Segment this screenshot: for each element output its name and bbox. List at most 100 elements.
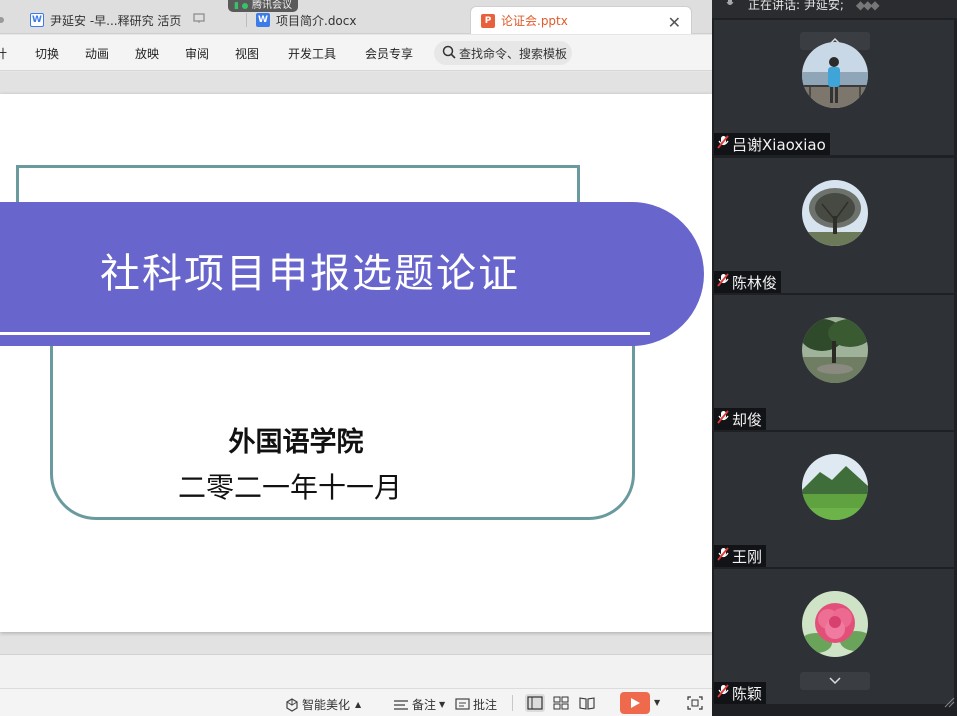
mic-muted-icon — [716, 410, 730, 428]
tab-label: 项目简介.docx — [276, 13, 357, 28]
avatar — [802, 591, 868, 657]
meeting-indicator[interactable]: ▮ 腾讯会议 — [228, 0, 298, 12]
book-icon — [579, 697, 595, 710]
chevron-down-icon: ▼ — [439, 700, 446, 709]
normal-view-button[interactable] — [525, 694, 545, 712]
fit-screen-icon — [687, 696, 703, 710]
slide-subtitle-org[interactable]: 外国语学院 — [0, 420, 592, 459]
slide-sorter-button[interactable] — [551, 694, 571, 712]
menu-transition[interactable]: 切换 — [35, 45, 59, 62]
tab-overflow-dot[interactable] — [0, 6, 10, 34]
menu-design[interactable]: 计 — [0, 45, 7, 62]
meeting-label: 腾讯会议 — [251, 0, 292, 11]
fit-window-button[interactable] — [685, 694, 705, 712]
participant-name-tag: 王刚 — [714, 545, 767, 567]
scroll-down-button[interactable] — [800, 672, 870, 690]
resize-grip-icon[interactable] — [943, 693, 955, 712]
meeting-participants-panel: 正在讲话: 尹延安; ◆◆◆ 吕谢Xiaoxiao 陈林俊 却俊 王刚 陈颖 — [712, 0, 957, 716]
participant-card[interactable]: 吕谢Xiaoxiao — [714, 20, 954, 155]
chevron-down-icon — [829, 677, 841, 685]
word-doc-icon: W — [256, 13, 270, 27]
speaking-indicator: 正在讲话: 尹延安; ◆◆◆ — [712, 0, 957, 18]
word-doc-icon: W — [30, 13, 44, 27]
app-window: W 尹延安 -早...释研究 活页 W 项目简介.docx P 论证会.pptx… — [0, 0, 957, 716]
speaking-text: 正在讲话: 尹延安; — [748, 0, 844, 12]
live-dot-icon — [241, 3, 248, 9]
slide-canvas: 社科项目申报选题论证 外国语学院 二零二一年十一月 — [0, 72, 712, 654]
avatar — [802, 317, 868, 383]
notes-label: 备注 — [412, 698, 437, 712]
banner-underline — [0, 332, 650, 335]
status-divider — [512, 695, 513, 711]
participant-name: 陈林俊 — [732, 273, 778, 292]
reading-view-button[interactable] — [577, 694, 597, 712]
notes-icon — [394, 699, 408, 710]
status-bar: 智能美化 ▲ 备注 ▼ 批注 ▼ — [0, 688, 712, 716]
signal-bars-icon: ▮ — [234, 1, 239, 11]
smart-beautify-label: 智能美化 — [302, 698, 351, 712]
mic-muted-icon — [716, 273, 730, 291]
participant-card[interactable]: 却俊 — [714, 295, 954, 430]
tab-divider — [246, 13, 247, 27]
command-search[interactable]: 查找命令、搜索模板 — [434, 41, 572, 65]
notes-pane[interactable] — [0, 654, 712, 688]
comment-icon — [455, 698, 470, 710]
participant-name-tag: 陈颖 — [714, 682, 767, 704]
play-options-chevron-icon[interactable]: ▼ — [654, 698, 660, 707]
green-mountain-photo — [802, 454, 868, 520]
pink-peony-photo — [802, 591, 868, 657]
participant-card[interactable]: 陈林俊 — [714, 158, 954, 293]
grid-view-icon — [553, 696, 569, 710]
participant-card[interactable]: 王刚 — [714, 432, 954, 567]
dot-icon — [0, 17, 4, 23]
garden-trees-photo — [802, 317, 868, 383]
menu-review[interactable]: 审阅 — [185, 45, 209, 62]
microphone-icon — [726, 0, 734, 9]
normal-view-icon — [527, 696, 543, 710]
ppt-icon: P — [481, 13, 495, 28]
play-slideshow-button[interactable] — [620, 692, 650, 714]
menu-animation[interactable]: 动画 — [85, 45, 109, 62]
menu-membership[interactable]: 会员专享 — [365, 45, 413, 62]
bare-tree-photo — [802, 180, 868, 246]
participant-name: 吕谢Xiaoxiao — [732, 135, 826, 154]
notes-button[interactable]: 备注 ▼ — [393, 696, 445, 713]
document-tab-bar: W 尹延安 -早...释研究 活页 W 项目简介.docx P 论证会.pptx… — [0, 0, 712, 34]
mic-muted-icon — [716, 135, 730, 153]
search-icon — [442, 45, 459, 62]
tab-doc-1[interactable]: W 尹延安 -早...释研究 活页 — [30, 6, 240, 34]
slide-subtitle-date[interactable]: 二零二一年十一月 — [0, 466, 580, 506]
menu-slideshow[interactable]: 放映 — [135, 45, 159, 62]
comments-button[interactable]: 批注 — [455, 696, 497, 713]
ribbon-menu: 计 切换 动画 放映 审阅 视图 开发工具 会员专享 查找命令、搜索模板 — [0, 35, 712, 71]
tab-label: 论证会.pptx — [501, 14, 568, 28]
menu-view[interactable]: 视图 — [235, 45, 259, 62]
avatar — [802, 42, 868, 108]
redacted-icon: ◆◆◆ — [855, 0, 880, 12]
comments-label: 批注 — [473, 698, 498, 712]
participant-name: 王刚 — [732, 547, 763, 566]
participant-name-tag: 吕谢Xiaoxiao — [714, 133, 830, 155]
mic-muted-icon — [716, 684, 730, 702]
menu-developer[interactable]: 开发工具 — [288, 45, 336, 62]
smart-beautify-button[interactable]: 智能美化 ▲ — [285, 696, 361, 713]
tab-label: 尹延安 -早...释研究 活页 — [50, 13, 182, 28]
beautify-icon — [286, 697, 298, 712]
chevron-up-icon: ▲ — [355, 700, 362, 709]
play-icon — [631, 698, 640, 708]
participant-name: 却俊 — [732, 410, 763, 429]
participant-name-tag: 陈林俊 — [714, 271, 782, 293]
tab-ppt-active[interactable]: P 论证会.pptx ✕ — [470, 6, 692, 34]
close-tab-icon[interactable]: ✕ — [668, 13, 681, 32]
avatar — [802, 180, 868, 246]
person-by-lake-photo — [802, 42, 868, 108]
slide[interactable]: 社科项目申报选题论证 外国语学院 二零二一年十一月 — [0, 94, 712, 632]
participant-name: 陈颖 — [732, 684, 763, 703]
participant-card[interactable]: 陈颖 — [714, 569, 954, 704]
search-placeholder: 查找命令、搜索模板 — [459, 46, 568, 61]
avatar — [802, 454, 868, 520]
mic-muted-icon — [716, 547, 730, 565]
participant-name-tag: 却俊 — [714, 408, 767, 430]
slide-title[interactable]: 社科项目申报选题论证 — [0, 241, 620, 299]
screen-share-icon[interactable] — [193, 13, 206, 27]
